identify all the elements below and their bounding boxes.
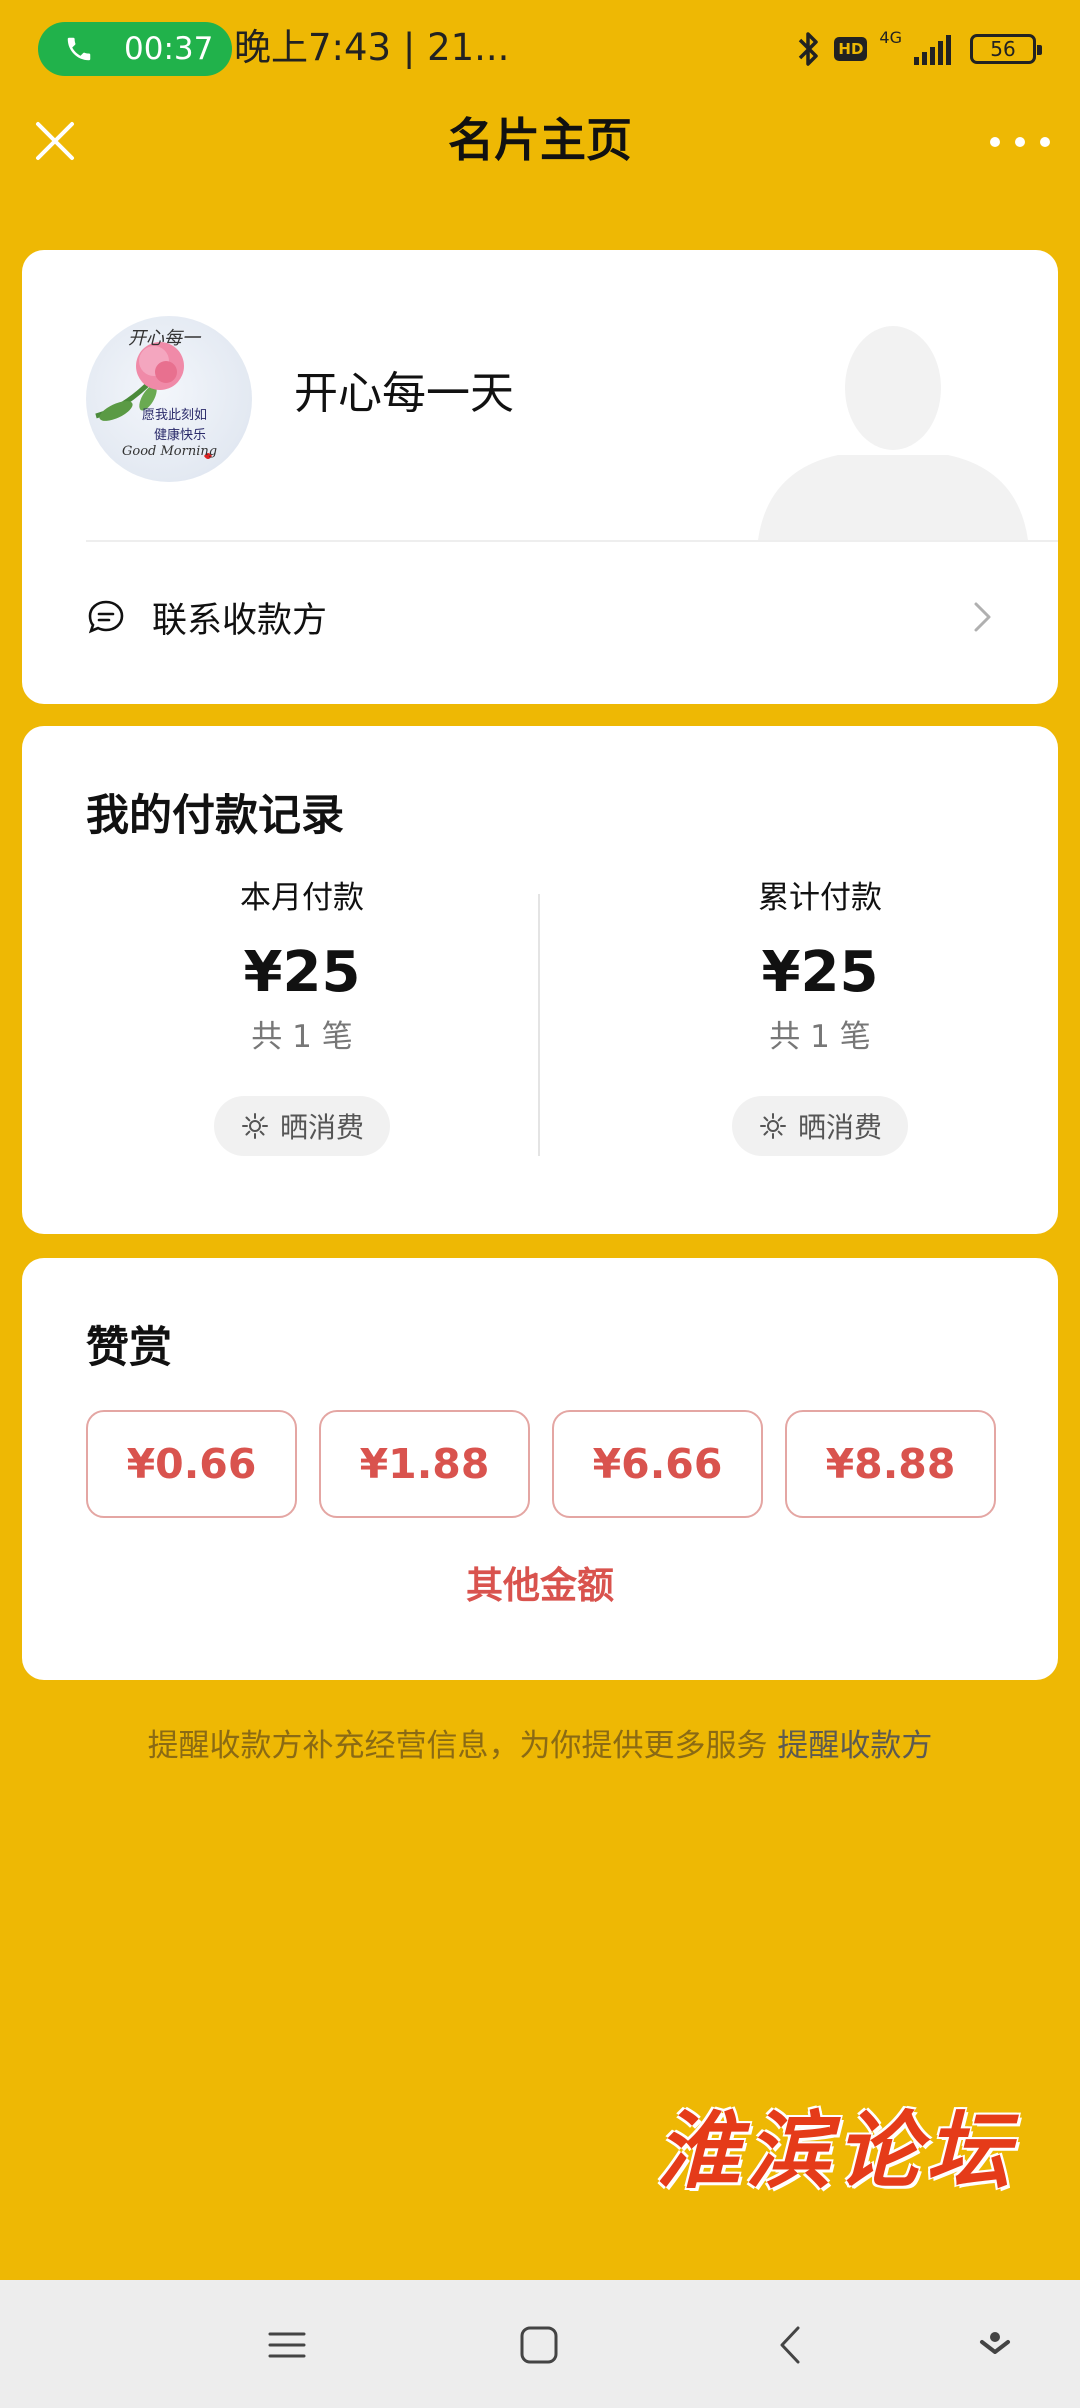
monthly-payment-amount: ¥25 [243,940,361,1005]
phone-icon [67,37,91,61]
hd-badge: HD [834,37,868,61]
total-payment-label: 累计付款 [758,880,882,916]
share-spending-button[interactable]: 晒消费 [214,1096,390,1156]
signal-icon [914,35,951,65]
status-icons: HD 4G 56 [796,24,1042,74]
other-amount-link[interactable]: 其他金额 [22,1560,1058,1612]
more-options-icon[interactable] [990,122,1050,162]
ongoing-call-pill[interactable]: 00:37 [38,22,232,76]
monthly-payment-count: 共 1 笔 [251,1019,353,1055]
back-icon[interactable] [766,2320,816,2370]
chat-bubble-icon [88,600,124,634]
home-icon[interactable] [514,2320,564,2370]
total-payment-count: 共 1 笔 [769,1019,871,1055]
reward-card: 赞赏 ¥0.66 ¥1.88 ¥6.66 ¥8.88 其他金额 [22,1258,1058,1680]
total-payment-amount: ¥25 [761,940,879,1005]
page-title: 名片主页 [448,113,632,167]
battery-level: 56 [990,37,1016,61]
avatar[interactable]: 开心每一 愿我此刻如 健康快乐 Good Morning [86,316,252,482]
call-timer: 00:37 [124,31,214,67]
contact-payee-row[interactable]: 联系收款方 [86,542,994,692]
avatar-text: 愿我此刻如 [142,408,208,423]
reward-title: 赞赏 [86,1323,172,1373]
avatar-text: 开心每一 [128,328,200,349]
profile-card: 开心每一 愿我此刻如 健康快乐 Good Morning 开心每一天 联系收款方 [22,250,1058,704]
reward-amount-button[interactable]: ¥8.88 [785,1410,996,1518]
dot-icon [990,137,1000,147]
bluetooth-icon [799,32,819,66]
reward-amount-button[interactable]: ¥0.66 [86,1410,297,1518]
network-label: 4G [879,27,902,47]
contact-payee-label: 联系收款方 [152,600,328,641]
avatar-text: Good Morning [122,444,218,459]
forum-watermark: 淮滨论坛 [656,2101,1017,2200]
total-payment-column: 累计付款 ¥25 共 1 笔 晒消费 [690,876,950,1156]
dot-icon [1015,137,1025,147]
monthly-payment-label: 本月付款 [240,880,364,916]
sun-icon [759,1113,786,1139]
share-spending-button[interactable]: 晒消费 [732,1096,908,1156]
hint-text: 提醒收款方补充经营信息，为你提供更多服务 [147,1728,768,1764]
menu-icon[interactable] [262,2320,312,2370]
status-time: 晚上7:43 | 21... [234,26,510,69]
hint-line: 提醒收款方补充经营信息，为你提供更多服务 提醒收款方 [0,1722,1080,1770]
assistant-icon[interactable] [970,2320,1020,2370]
dot-icon [1040,137,1050,147]
sun-icon [241,1113,268,1139]
profile-name: 开心每一天 [294,368,514,419]
payment-records-card: 我的付款记录 本月付款 ¥25 共 1 笔 晒消费 累计付款 ¥25 共 1 笔… [22,726,1058,1234]
battery-icon: 56 [970,34,1042,64]
nav-bar: 名片主页 [0,96,1080,186]
share-spending-label: 晒消费 [279,1111,364,1144]
records-title: 我的付款记录 [86,791,344,841]
reward-amount-options: ¥0.66 ¥1.88 ¥6.66 ¥8.88 [86,1410,996,1518]
reward-amount-button[interactable]: ¥1.88 [319,1410,530,1518]
status-bar: 00:37 晚上7:43 | 21... HD 4G 56 [0,0,1080,96]
remind-payee-link[interactable]: 提醒收款方 [777,1728,932,1764]
person-silhouette-icon [758,326,1028,540]
chevron-right-icon [974,602,991,632]
avatar-text: 健康快乐 [154,428,207,443]
share-spending-label: 晒消费 [797,1111,882,1144]
reward-amount-button[interactable]: ¥6.66 [552,1410,763,1518]
column-divider [538,894,540,1156]
monthly-payment-column: 本月付款 ¥25 共 1 笔 晒消费 [172,876,432,1156]
system-navigation-bar [0,2280,1080,2408]
